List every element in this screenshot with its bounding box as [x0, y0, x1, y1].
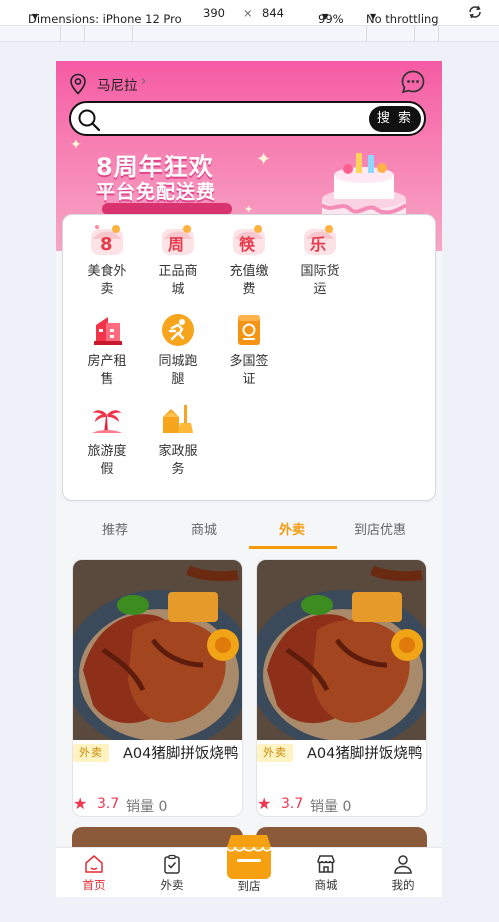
category-label: 美食外卖 — [87, 264, 127, 297]
category-recharge[interactable]: 筷 充值缴费 — [216, 221, 282, 299]
chevron-down-icon: ▼ — [32, 12, 39, 21]
nav-label: 外卖 — [160, 878, 184, 892]
nav-takeout[interactable]: 外卖 — [142, 848, 202, 897]
phone-viewport: 马尼拉 › 搜 索 ✦ ✦ ✦ 8周年狂欢 平台免配送费 8 美食外卖 周 正品… — [56, 61, 442, 897]
product-sales: 销量 0 — [126, 799, 168, 815]
recharge-icon: 筷 — [233, 225, 265, 255]
category-label: 房产租售 — [87, 354, 127, 387]
store-awning-icon[interactable] — [225, 831, 273, 879]
product-card[interactable]: 外卖 A04猪脚拼饭烧鸭 ★ 3.7 销量 0 — [256, 559, 427, 817]
clipboard-icon — [164, 854, 180, 874]
svg-text:周: 周 — [168, 235, 184, 254]
category-housekeeping[interactable]: 家政服务 — [145, 401, 211, 479]
category-freight[interactable]: 乐 国际货运 — [287, 221, 353, 299]
visa-passport-icon — [238, 315, 260, 345]
product-sales: 销量 0 — [310, 799, 352, 815]
throttling-value: No throttling — [366, 12, 439, 26]
search-bar[interactable]: 搜 索 — [69, 101, 426, 136]
active-tab-indicator — [249, 546, 337, 549]
tab-recommend[interactable]: 推荐 — [102, 519, 128, 538]
category-label: 充值缴费 — [229, 264, 269, 297]
search-button[interactable]: 搜 索 — [369, 106, 421, 132]
svg-text:乐: 乐 — [310, 235, 326, 254]
sparkle-icon: ✦ — [256, 149, 272, 170]
category-grid: 8 美食外卖 周 正品商城 筷 充值缴费 乐 国际货运 房产租售 同城跑腿 多国… — [62, 214, 436, 501]
banner-subtitle: 平台免配送费 — [96, 181, 217, 203]
star-icon: ★ — [73, 794, 88, 813]
shop-icon — [317, 855, 335, 873]
nav-label: 首页 — [82, 878, 106, 892]
housekeeping-icon — [163, 405, 193, 433]
category-visa[interactable]: 多国签证 — [216, 311, 282, 389]
product-rating: 3.7 — [97, 796, 120, 812]
tab-takeout[interactable]: 外卖 — [279, 519, 305, 538]
nav-profile[interactable]: 我的 — [373, 848, 433, 897]
category-label: 家政服务 — [158, 444, 198, 477]
category-travel[interactable]: 旅游度假 — [74, 401, 140, 479]
product-name: A04猪脚拼饭烧鸭 — [123, 746, 239, 762]
nav-label-in-store[interactable]: 到店 — [219, 878, 279, 894]
rotate-icon[interactable] — [466, 3, 484, 24]
food-delivery-icon: 8 — [91, 225, 123, 255]
home-icon — [85, 855, 103, 873]
category-mall[interactable]: 周 正品商城 — [145, 221, 211, 299]
category-food-delivery[interactable]: 8 美食外卖 — [74, 221, 140, 299]
category-label: 正品商城 — [158, 264, 198, 297]
svg-text:8: 8 — [100, 234, 113, 255]
devtools-toolbar: Dimensions: iPhone 12 Pro ▼ 390 × 844 99%… — [0, 0, 499, 26]
width-field[interactable]: 390 — [203, 6, 225, 20]
category-label: 多国签证 — [229, 354, 269, 387]
height-field[interactable]: 844 — [262, 6, 284, 20]
product-rating: 3.7 — [281, 796, 304, 812]
tab-in-store-deals[interactable]: 到店优惠 — [354, 519, 406, 538]
chevron-right-icon[interactable]: › — [141, 74, 146, 89]
svg-text:筷: 筷 — [239, 235, 256, 254]
freight-icon: 乐 — [304, 225, 336, 255]
product-name: A04猪脚拼饭烧鸭 — [307, 746, 423, 762]
nav-label: 我的 — [391, 878, 415, 892]
chevron-down-icon: ▼ — [370, 12, 377, 21]
media-query-ruler — [0, 26, 499, 42]
product-card[interactable]: 外卖 A04猪脚拼饭烧鸭 ★ 3.7 销量 0 — [72, 559, 243, 817]
search-icon — [78, 109, 101, 132]
real-estate-icon — [94, 317, 122, 345]
star-icon: ★ — [257, 794, 272, 813]
user-icon — [394, 855, 412, 874]
chevron-down-icon: ▼ — [322, 12, 329, 21]
category-label: 同城跑腿 — [158, 354, 198, 387]
product-image — [73, 560, 242, 740]
nav-mall[interactable]: 商城 — [296, 848, 356, 897]
nav-home[interactable]: 首页 — [64, 848, 124, 897]
device-name: Dimensions: iPhone 12 Pro — [28, 12, 182, 26]
tab-mall[interactable]: 商城 — [191, 519, 217, 538]
nav-label: 商城 — [314, 878, 338, 892]
mall-icon: 周 — [162, 225, 194, 255]
errand-runner-icon — [162, 314, 194, 346]
category-label: 国际货运 — [300, 264, 340, 297]
location-pin-icon[interactable] — [68, 73, 88, 95]
times-sign: × — [243, 6, 253, 20]
category-label: 旅游度假 — [87, 444, 127, 477]
chat-bubble-icon[interactable] — [400, 69, 426, 95]
location-label[interactable]: 马尼拉 — [97, 74, 138, 94]
feed-tabs: 推荐 商城 外卖 到店优惠 — [56, 513, 442, 551]
sparkle-icon: ✦ — [70, 137, 82, 153]
category-real-estate[interactable]: 房产租售 — [74, 311, 140, 389]
palm-tree-icon — [92, 410, 122, 433]
product-image — [257, 560, 426, 740]
category-errand[interactable]: 同城跑腿 — [145, 311, 211, 389]
